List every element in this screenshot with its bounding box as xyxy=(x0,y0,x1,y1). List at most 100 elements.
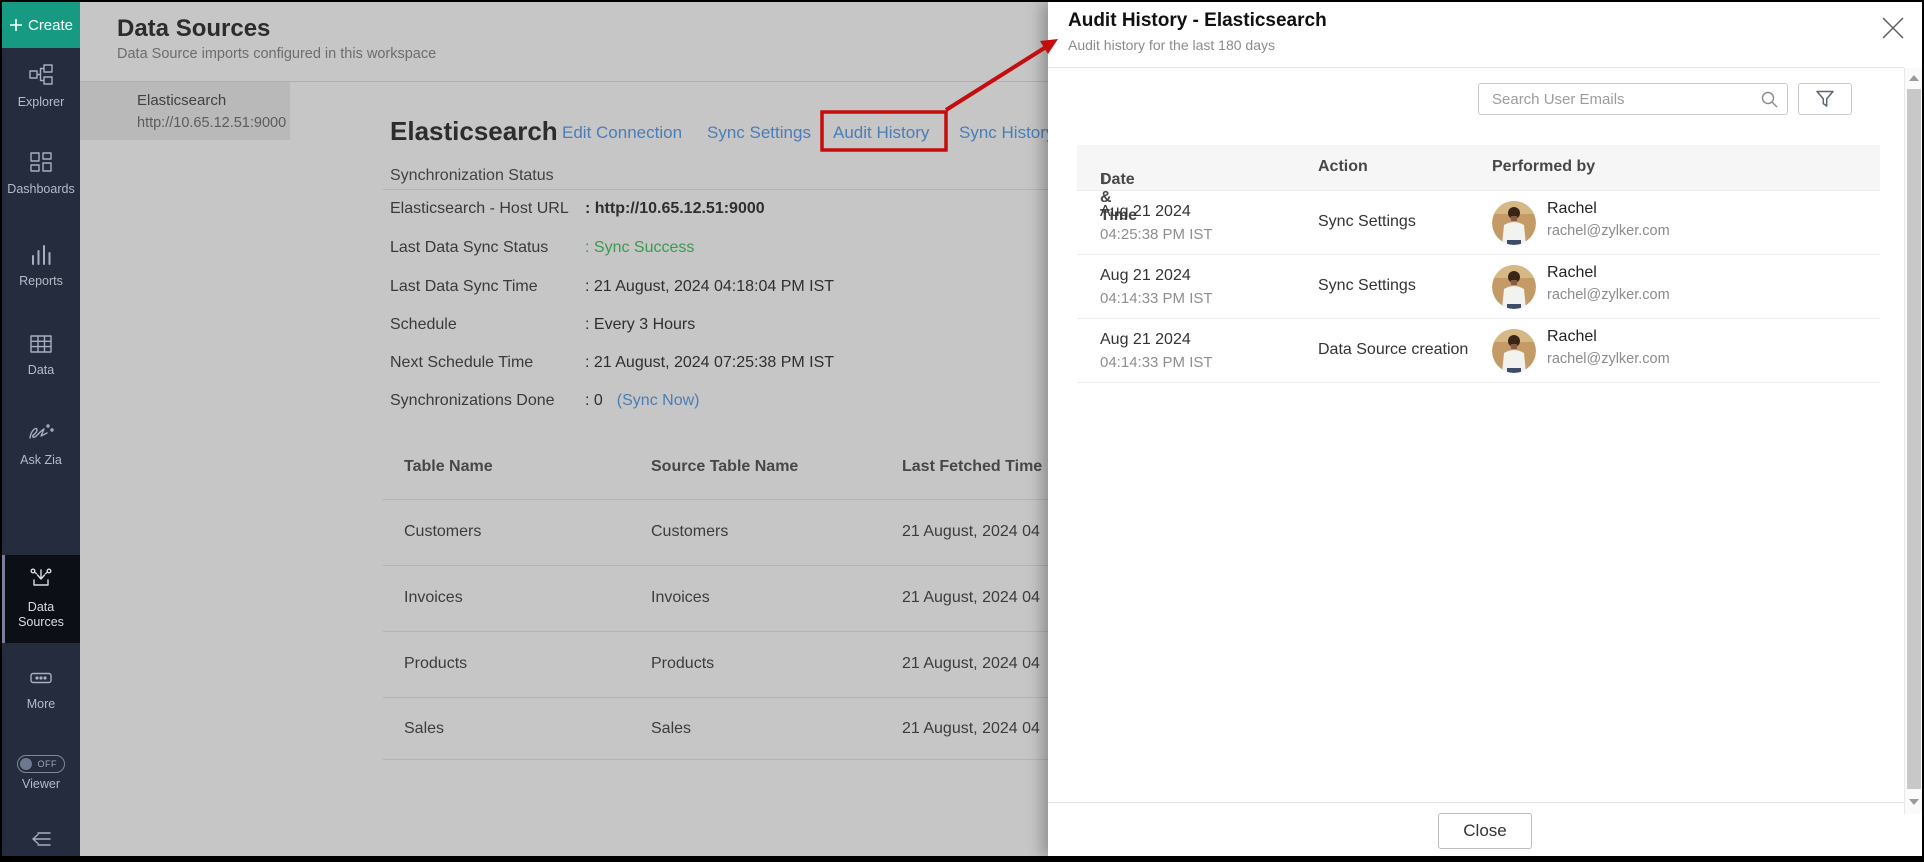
sidebar-item-label: Data Sources xyxy=(18,600,64,629)
sidebar-item-explorer[interactable]: Explorer xyxy=(2,64,80,110)
table-cell: 21 August, 2024 04 xyxy=(902,720,1040,737)
field-label: Next Schedule Time xyxy=(390,354,534,371)
panel-subtitle: Audit history for the last 180 days xyxy=(1068,37,1275,53)
close-icon xyxy=(1882,17,1904,39)
field-value: : http://10.65.12.51:9000 xyxy=(585,200,765,217)
sort-desc-icon: ↓ xyxy=(1100,171,1108,188)
sidebar-item-label: Viewer xyxy=(22,777,60,791)
search-input[interactable] xyxy=(1478,83,1788,115)
page-title: Data Sources xyxy=(117,15,271,42)
avatar xyxy=(1492,201,1536,245)
panel-title: Audit History - Elasticsearch xyxy=(1068,10,1327,31)
close-button[interactable]: Close xyxy=(1438,813,1532,849)
audit-date: Aug 21 2024 xyxy=(1100,203,1191,220)
detail-title: Elasticsearch xyxy=(390,116,558,146)
sync-settings-link[interactable]: Sync Settings xyxy=(707,123,811,143)
audit-history-panel: Audit History - Elasticsearch Audit hist… xyxy=(1048,2,1922,856)
audit-time: 04:14:33 PM IST xyxy=(1100,354,1213,371)
field-label: Synchronizations Done xyxy=(390,392,555,409)
audit-user: Rachel xyxy=(1547,200,1597,217)
sidebar-item-reports[interactable]: Reports xyxy=(2,244,80,289)
column-header: Last Fetched Time xyxy=(902,458,1043,475)
ask-zia-icon xyxy=(29,424,54,439)
sidebar-item-more[interactable]: More xyxy=(2,668,80,712)
avatar xyxy=(1492,265,1536,309)
sidebar-item-data-sources[interactable]: Data Sources xyxy=(2,555,80,643)
audit-row: Aug 21 2024 04:14:33 PM IST Sync Setting… xyxy=(1077,255,1880,319)
table-cell: Invoices xyxy=(404,589,463,606)
sidebar-item-ask-zia[interactable]: Ask Zia xyxy=(2,422,80,468)
field-label: Last Data Sync Time xyxy=(390,278,538,295)
table-cell: Customers xyxy=(404,523,482,540)
field-value-sync-status: : Sync Success xyxy=(585,239,695,256)
audit-date: Aug 21 2024 xyxy=(1100,331,1191,348)
sidebar-item-dashboards[interactable]: Dashboards xyxy=(2,152,80,197)
column-header: Table Name xyxy=(404,458,493,475)
field-label: Elasticsearch - Host URL xyxy=(390,200,569,217)
audit-action: Sync Settings xyxy=(1318,277,1416,294)
sidebar-item-label: Dashboards xyxy=(7,182,75,196)
scroll-down-arrow[interactable] xyxy=(1909,799,1919,805)
column-header-action[interactable]: Action xyxy=(1318,158,1368,176)
audit-row: Aug 21 2024 04:25:38 PM IST Sync Setting… xyxy=(1077,191,1880,255)
audit-user: Rachel xyxy=(1547,264,1597,281)
plus-icon xyxy=(9,19,22,31)
column-header-performed-by[interactable]: Performed by xyxy=(1492,158,1595,176)
create-button[interactable]: Create xyxy=(2,2,80,48)
divider xyxy=(383,631,1048,632)
column-header: Source Table Name xyxy=(651,458,799,475)
search-box xyxy=(1478,83,1788,115)
avatar xyxy=(1492,329,1536,373)
reports-icon xyxy=(32,245,51,265)
more-icon xyxy=(30,672,52,684)
viewer-toggle[interactable]: OFF xyxy=(17,755,65,773)
collapse-sidebar-button[interactable] xyxy=(2,830,80,853)
table-cell: Products xyxy=(651,655,715,672)
toggle-knob xyxy=(20,757,32,770)
sidebar: Create Explorer Dashboards Reports Data … xyxy=(2,2,80,856)
data-sources-icon xyxy=(30,568,52,586)
field-label: Schedule xyxy=(390,316,457,333)
table-cell: 21 August, 2024 04 xyxy=(902,589,1040,606)
scrollbar-thumb[interactable] xyxy=(1907,89,1921,789)
table-cell: 21 August, 2024 04 xyxy=(902,523,1040,540)
divider xyxy=(383,697,1048,698)
table-cell: Sales xyxy=(404,720,445,737)
table-cell: 21 August, 2024 04 xyxy=(902,655,1040,672)
filter-button[interactable] xyxy=(1798,83,1852,115)
sync-now-link[interactable]: (Sync Now) xyxy=(617,392,700,409)
audit-history-link[interactable]: Audit History xyxy=(833,123,929,143)
explorer-icon xyxy=(29,64,53,85)
panel-scrollbar[interactable] xyxy=(1904,68,1922,814)
sidebar-item-label: Data xyxy=(27,363,55,377)
close-panel-button[interactable] xyxy=(1880,15,1908,43)
field-value: : 0 (Sync Now) xyxy=(585,392,699,410)
sync-history-link[interactable]: Sync History xyxy=(959,123,1048,143)
sidebar-item-data[interactable]: Data xyxy=(2,334,80,378)
sidebar-item-label: More xyxy=(26,697,56,711)
divider xyxy=(383,499,1048,500)
dashboards-icon xyxy=(30,152,52,172)
audit-email: rachel@zylker.com xyxy=(1547,223,1670,239)
audit-row: Aug 21 2024 04:14:33 PM IST Data Source … xyxy=(1077,319,1880,383)
table-cell: Products xyxy=(404,655,468,672)
viewer-toggle-item[interactable]: OFF Viewer xyxy=(2,755,80,792)
edit-connection-link[interactable]: Edit Connection xyxy=(562,123,682,143)
filter-icon xyxy=(1816,90,1834,107)
audit-action: Data Source creation xyxy=(1318,341,1469,358)
audit-date: Aug 21 2024 xyxy=(1100,267,1191,284)
source-list-item-elasticsearch[interactable]: Elasticsearch http://10.65.12.51:9000 xyxy=(80,82,290,140)
scroll-up-arrow[interactable] xyxy=(1909,75,1919,81)
field-value: : 21 August, 2024 07:25:38 PM IST xyxy=(585,354,835,371)
field-label: Last Data Sync Status xyxy=(390,239,549,256)
audit-email: rachel@zylker.com xyxy=(1547,287,1670,303)
app-window: Create Explorer Dashboards Reports Data … xyxy=(0,0,1924,862)
divider xyxy=(1048,67,1904,68)
toggle-state-label: OFF xyxy=(37,759,57,769)
divider xyxy=(1048,802,1904,803)
source-url: http://10.65.12.51:9000 xyxy=(137,115,287,131)
sidebar-item-label: Ask Zia xyxy=(20,453,62,467)
table-cell: Invoices xyxy=(651,589,710,606)
data-icon xyxy=(30,335,52,353)
field-value: : Every 3 Hours xyxy=(585,316,696,333)
